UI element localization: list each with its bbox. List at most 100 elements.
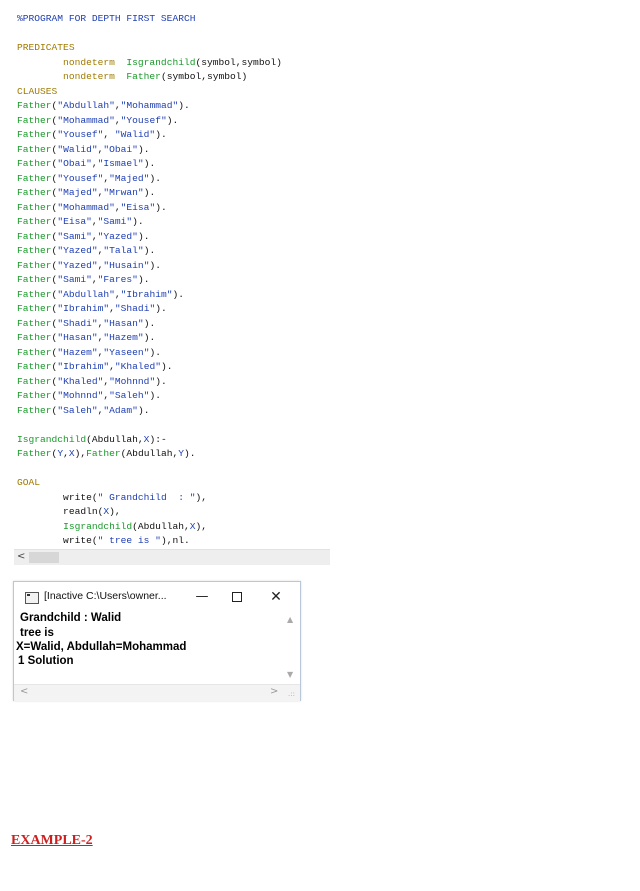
code-token: readln( [17,506,104,517]
code-token: "Adam" [103,404,138,416]
console-horizontal-scrollbar[interactable]: < > .:: [14,684,300,701]
code-token: "Mohammad" [120,100,179,111]
code-token: nondeterm [17,56,127,68]
scroll-left-icon[interactable]: < [20,686,28,697]
code-line: Father("Abdullah","Ibrahim"). [17,288,282,303]
code-line: Father("Obai","Ismael"). [17,157,282,172]
scroll-right-icon[interactable]: > [270,686,278,697]
code-line: Father("Hazem","Yaseen"). [17,346,282,361]
code-token: "Yazed" [57,259,98,271]
code-token: "Eisa" [120,201,156,213]
code-token: Father [17,317,52,329]
code-token: Father [17,216,52,227]
code-token: "Ibrahim" [120,288,173,300]
code-token: "Sami" [57,230,92,242]
console-title: [Inactive C:\Users\owner... [44,590,167,602]
code-token: Father [17,448,52,459]
code-line: Isgrandchild(Abdullah,X):- [17,433,282,448]
code-token: "Walid" [114,129,156,140]
resize-grip-icon[interactable]: .:: [288,690,295,698]
code-line: Father("Mohammad","Eisa"). [17,201,282,216]
scroll-up-icon[interactable]: ▲ [287,615,293,624]
code-token: Father [17,114,52,126]
console-output-line: 1 Solution [18,655,74,667]
code-token: Father [17,346,52,358]
code-token: "Mohnnd" [109,375,156,387]
code-token: Father [17,129,52,140]
code-token: "Eisa" [57,216,92,227]
code-line: nondeterm Isgrandchild(symbol,symbol) [17,56,282,71]
code-token: ). [178,100,190,111]
code-line: Father("Khaled","Mohnnd"). [17,375,282,390]
code-token: (Abdullah, [86,433,144,445]
scrollbar-thumb[interactable] [29,552,59,563]
code-token: Isgrandchild [126,56,196,68]
code-token: Father [17,375,52,387]
code-token: Father [17,259,52,271]
code-line: Father("Yousef","Majed"). [17,172,282,187]
code-token: Father [17,172,52,184]
scroll-left-icon[interactable]: < [17,551,25,562]
code-token: ). [149,390,161,401]
code-line: GOAL [17,476,282,491]
code-line: Father("Ibrahim","Shadi"). [17,302,282,317]
code-token: "Yousef" [57,129,104,140]
close-button[interactable]: ✕ [264,587,288,607]
code-token: "Ismael" [97,158,144,169]
code-token: ). [143,245,156,256]
code-token: ),nl. [160,535,190,546]
code-token: "Mohammad" [57,114,115,126]
code-token: write( [17,491,98,503]
code-text[interactable]: %PROGRAM FOR DEPTH FIRST SEARCH PREDICATE… [17,12,282,549]
code-line: Father("Mohammad","Yousef"). [17,114,282,129]
scroll-down-icon[interactable]: ▼ [287,670,293,679]
console-window[interactable]: [Inactive C:\Users\owner... — ✕ Grandchi… [13,581,301,701]
code-token: "Khaled" [114,361,161,372]
minimize-button[interactable]: — [190,587,214,607]
maximize-icon [232,591,242,602]
code-token: "Shadi" [114,303,156,314]
console-titlebar[interactable]: [Inactive C:\Users\owner... — ✕ [14,582,300,612]
code-editor[interactable]: %PROGRAM FOR DEPTH FIRST SEARCH PREDICATE… [14,8,330,566]
code-token: ). [184,448,196,459]
code-token: (symbol,symbol) [195,56,282,68]
code-token: CLAUSES [17,85,58,97]
code-line: CLAUSES [17,85,282,100]
code-token: ). [155,129,167,140]
code-token: " tree is " [97,535,161,546]
code-token: "Yousef" [57,172,104,184]
code-token: "Yaseen" [103,346,150,358]
code-line: write(" tree is "),nl. [17,534,282,549]
code-token: "Hazem" [103,332,144,343]
code-token: Father [17,332,52,343]
code-line: Father("Walid","Obai"). [17,143,282,158]
code-token: ), [109,506,121,517]
code-token: Father [17,390,52,401]
code-token: "Yazed" [57,245,98,256]
code-token: ). [143,187,156,198]
code-token: "Hasan" [57,332,98,343]
code-line: PREDICATES [17,41,282,56]
code-token: PREDICATES [17,42,75,53]
example-heading: EXAMPLE-2 [11,833,93,848]
code-token: ). [160,361,173,372]
code-token: "Abdullah" [57,100,115,111]
code-token: "Sami" [97,216,133,227]
code-token: ). [143,332,156,343]
maximize-button[interactable] [225,587,249,607]
code-token: ). [149,259,161,271]
code-token: ). [155,303,167,314]
editor-horizontal-scrollbar[interactable]: < [14,549,330,565]
code-line: Father("Yazed","Talal"). [17,244,282,259]
code-token: (Abdullah, [120,448,179,459]
code-token: ). [137,143,150,155]
code-line: Father("Abdullah","Mohammad"). [17,99,282,114]
code-token: Father [17,201,52,213]
code-token: ). [137,230,150,242]
code-token: Father [17,303,52,314]
code-token: %PROGRAM FOR DEPTH FIRST SEARCH [17,13,196,24]
code-token: "Majed" [57,187,98,198]
